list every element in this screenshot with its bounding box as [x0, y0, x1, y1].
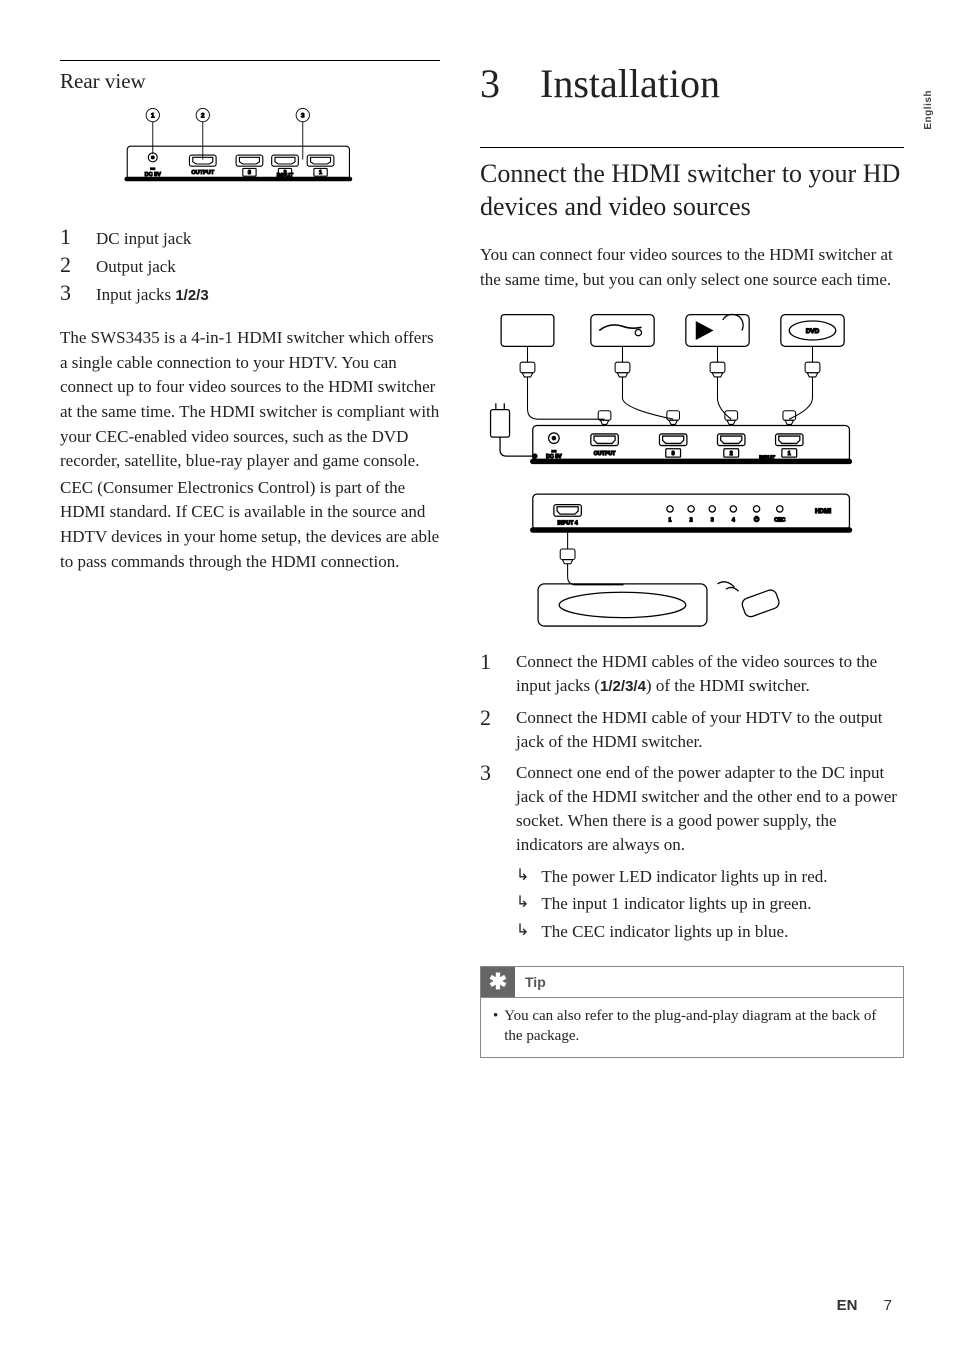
chapter-heading: 3 Installation — [480, 60, 904, 107]
sub-text: The power LED indicator lights up in red… — [541, 865, 827, 889]
legend-number: 2 — [60, 252, 78, 278]
rear-view-diagram: 1 2 3 ⎓ DC 5V — [90, 104, 360, 204]
legend-text: DC input jack — [96, 229, 191, 249]
legend-number: 1 — [60, 224, 78, 250]
svg-text:1: 1 — [788, 451, 791, 457]
footer-page-number: 7 — [884, 1297, 892, 1314]
svg-text:3: 3 — [672, 451, 675, 457]
rear-view-legend: 1 DC input jack 2 Output jack 3 Input ja… — [60, 224, 440, 306]
svg-text:INPUT 4: INPUT 4 — [558, 521, 578, 527]
tip-text: You can also refer to the plug-and-play … — [504, 1006, 891, 1047]
installation-steps: 1 Connect the HDMI cables of the video s… — [480, 650, 904, 944]
step-text: Connect the HDMI cables of the video sou… — [516, 650, 904, 698]
step-text: Connect one end of the power adapter to … — [516, 761, 904, 856]
step-sub-item: ↳ The input 1 indicator lights up in gre… — [516, 892, 904, 916]
arrow-icon: ↳ — [516, 865, 529, 889]
tip-box: ✱ Tip • You can also refer to the plug-a… — [480, 966, 904, 1058]
svg-text:2: 2 — [730, 451, 733, 457]
svg-text:1: 1 — [151, 113, 155, 120]
svg-text:DC 5V: DC 5V — [546, 455, 562, 461]
asterisk-icon: ✱ — [481, 967, 515, 997]
arrow-icon: ↳ — [516, 920, 529, 944]
step-item: 2 Connect the HDMI cable of your HDTV to… — [480, 706, 904, 754]
page-columns: Rear view 1 2 3 ⎓ — [60, 60, 904, 1058]
svg-text:1: 1 — [669, 518, 672, 524]
svg-text:OUTPUT: OUTPUT — [191, 170, 214, 176]
step-sub-item: ↳ The CEC indicator lights up in blue. — [516, 920, 904, 944]
step-item: 1 Connect the HDMI cables of the video s… — [480, 650, 904, 698]
connection-diagram: DVD — [480, 308, 904, 638]
paragraph: The SWS3435 is a 4-in-1 HDMI switcher wh… — [60, 326, 440, 474]
arrow-icon: ↳ — [516, 892, 529, 916]
svg-text:3: 3 — [248, 170, 251, 176]
left-column: Rear view 1 2 3 ⎓ — [60, 60, 440, 1058]
rear-view-heading: Rear view — [60, 60, 440, 94]
chapter-number: 3 — [480, 60, 530, 107]
footer-lang: EN — [837, 1297, 858, 1314]
tip-body: • You can also refer to the plug-and-pla… — [481, 998, 903, 1057]
sub-text: The CEC indicator lights up in blue. — [541, 920, 788, 944]
step-item: 3 Connect one end of the power adapter t… — [480, 761, 904, 856]
right-column: 3 Installation Connect the HDMI switcher… — [480, 60, 904, 1058]
svg-text:3: 3 — [711, 518, 714, 524]
tip-label: Tip — [515, 967, 556, 997]
sub-text: The input 1 indicator lights up in green… — [541, 892, 811, 916]
legend-number: 3 — [60, 280, 78, 306]
paragraph: CEC (Consumer Electronics Control) is pa… — [60, 476, 440, 575]
step-sub-item: ↳ The power LED indicator lights up in r… — [516, 865, 904, 889]
svg-text:⏻: ⏻ — [754, 517, 759, 524]
step-number: 3 — [480, 761, 498, 856]
svg-text:2: 2 — [283, 170, 286, 176]
svg-text:OUTPUT: OUTPUT — [594, 451, 616, 457]
svg-text:2: 2 — [690, 518, 693, 524]
svg-text:CEC: CEC — [774, 518, 785, 524]
page-footer: EN 7 — [837, 1297, 892, 1314]
svg-text:DC 5V: DC 5V — [145, 172, 162, 178]
chapter-title: Installation — [540, 61, 720, 106]
svg-text:1: 1 — [319, 170, 322, 176]
step-text: Connect the HDMI cable of your HDTV to t… — [516, 706, 904, 754]
section-heading: Connect the HDMI switcher to your HD dev… — [480, 147, 904, 223]
svg-text:HDMI: HDMI — [815, 508, 831, 515]
step-number: 1 — [480, 650, 498, 698]
svg-text:2: 2 — [201, 113, 205, 120]
step-number: 2 — [480, 706, 498, 754]
legend-text: Input jacks 1/2/3 — [96, 285, 209, 305]
svg-text:INPUT: INPUT — [759, 456, 776, 462]
svg-text:3: 3 — [301, 113, 305, 120]
svg-text:DVD: DVD — [806, 328, 820, 335]
legend-item: 1 DC input jack — [60, 224, 440, 250]
legend-item: 3 Input jacks 1/2/3 — [60, 280, 440, 306]
tip-header: ✱ Tip — [481, 967, 903, 998]
paragraph: You can connect four video sources to th… — [480, 243, 904, 292]
svg-text:4: 4 — [732, 518, 735, 524]
bullet-icon: • — [493, 1006, 498, 1047]
legend-text: Output jack — [96, 257, 176, 277]
legend-item: 2 Output jack — [60, 252, 440, 278]
language-tab: English — [923, 90, 934, 130]
